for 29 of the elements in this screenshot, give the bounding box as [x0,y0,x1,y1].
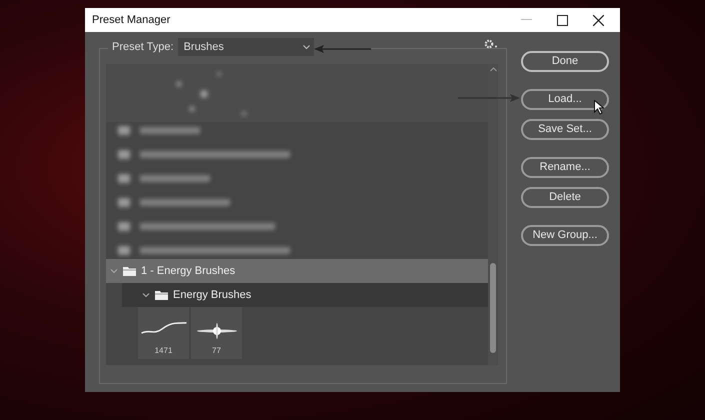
settings-icon[interactable] [484,39,498,49]
brush-group-row[interactable]: 1 - Energy Brushes [106,259,488,283]
scroll-up-icon[interactable] [490,67,496,72]
preset-type-dropdown[interactable]: Brushes [178,38,314,56]
chevron-down-icon[interactable] [142,291,150,299]
close-icon[interactable] [592,14,604,26]
scrollbar-thumb[interactable] [490,263,496,353]
brush-tile[interactable]: 77 [191,307,242,359]
chevron-down-icon[interactable] [302,44,310,50]
mouse-cursor-icon [594,100,604,115]
dialog-button[interactable]: Rename... [521,157,609,178]
brush-tile[interactable]: 1471 [138,307,189,359]
folder-icon [123,266,136,276]
arrow-right-icon [458,93,520,103]
dialog-button[interactable]: New Group... [521,225,609,246]
group-name: Energy Brushes [173,288,252,303]
folder-icon [155,290,168,300]
brush-stroke-icon [140,321,186,335]
group-name: 1 - Energy Brushes [141,264,236,279]
preset-type-label: Preset Type: [112,40,174,55]
dialog-button[interactable]: Delete [521,187,609,208]
brush-subgroup-row[interactable]: Energy Brushes [122,283,488,307]
arrow-left-icon [314,44,372,54]
dialog-button[interactable]: Done [521,51,609,72]
brush-size-label: 77 [212,345,221,357]
dialog-button[interactable]: Save Set... [521,119,609,140]
maximize-icon[interactable] [556,14,568,26]
brush-size-label: 1471 [154,345,172,357]
window-title: Preset Manager [92,12,170,28]
